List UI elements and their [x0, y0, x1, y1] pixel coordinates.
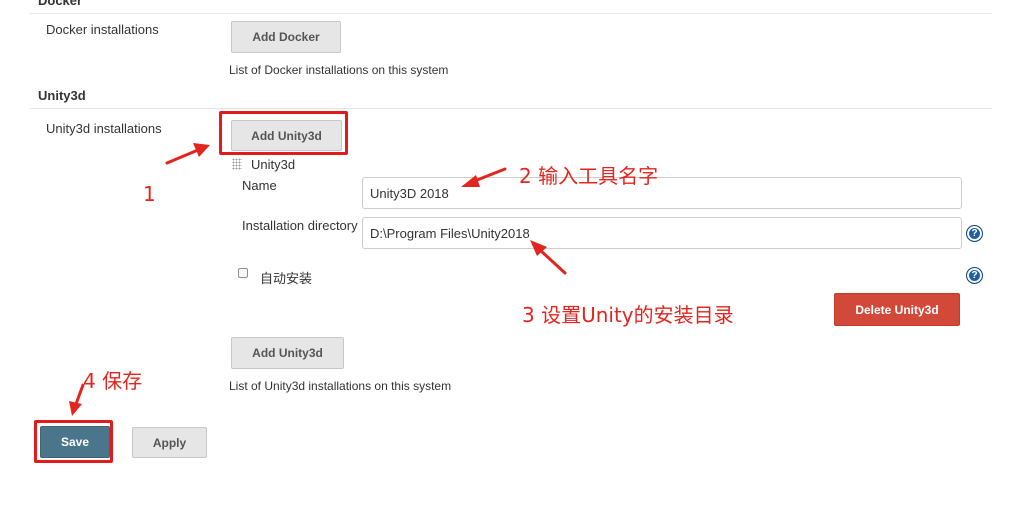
annotation-step-3: 3 设置Unity的安装目录 — [522, 303, 734, 327]
annotation-step-4: 4 保存 — [83, 369, 143, 393]
annotation-step-1: 1 — [143, 182, 156, 206]
annotation-step-2: 2 输入工具名字 — [519, 164, 659, 188]
annotation-arrows — [69, 143, 567, 416]
